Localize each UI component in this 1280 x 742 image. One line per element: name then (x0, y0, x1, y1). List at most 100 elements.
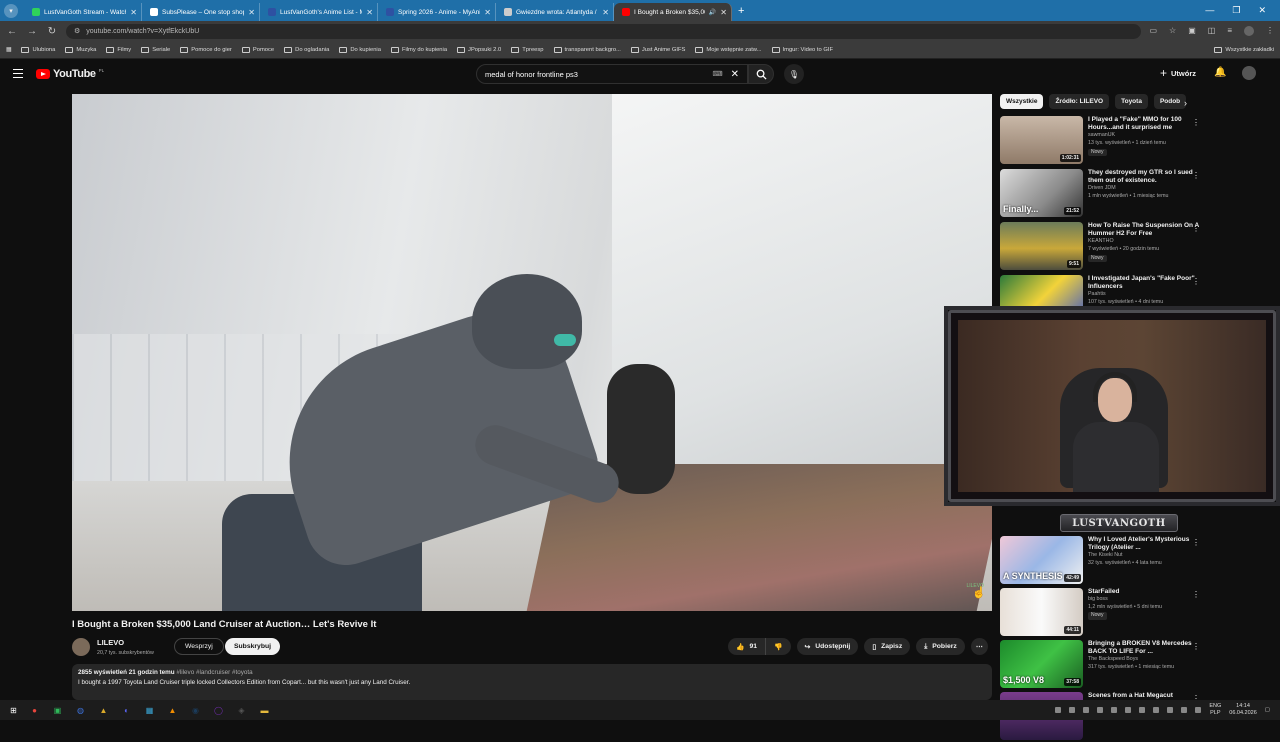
recommendation-title[interactable]: I Investigated Japan's "Fake Poor" Influ… (1088, 275, 1200, 291)
browser-tab[interactable]: LustVanGoth Stream - Watch Li ✕ (24, 3, 142, 21)
recommendation-title[interactable]: Why I Loved Atelier's Mysterious Trilogy… (1088, 536, 1200, 552)
like-button[interactable]: 👍 91 (728, 638, 766, 655)
tab-close-icon[interactable]: ✕ (720, 8, 727, 17)
video-thumbnail[interactable]: 9:51 (1000, 222, 1083, 270)
browser-tab[interactable]: Gwiezdne wrota: Atlantyda / St ✕ (496, 3, 614, 21)
bookmark-star-icon[interactable]: ☆ (1169, 26, 1176, 36)
create-button[interactable]: + Utwórz (1160, 66, 1196, 80)
tab-audio-icon[interactable]: 🔊 (709, 9, 716, 16)
tray-icon-9[interactable] (1167, 707, 1174, 713)
tray-icon-6[interactable] (1125, 707, 1132, 713)
bookmark-item[interactable]: Tpreesp (511, 46, 544, 53)
video-thumbnail[interactable]: 1:02:31 (1000, 116, 1083, 164)
tab-close-icon[interactable]: ✕ (248, 8, 255, 17)
filter-chip[interactable]: Źródło: LILEVO (1049, 94, 1110, 109)
clear-search-icon[interactable]: ✕ (731, 69, 739, 80)
tray-icon-1[interactable] (1055, 707, 1062, 713)
browser-tab[interactable]: I Bought a Broken $35,000 🔊 ✕ (614, 3, 732, 21)
recommendation-item[interactable]: A SYNTHESIS 42:49 Why I Loved Atelier's My… (1000, 536, 1200, 586)
chevron-right-icon[interactable]: › (1184, 98, 1187, 108)
hamburger-menu-icon[interactable] (13, 69, 23, 78)
recommendation-channel[interactable]: The Kiseki Nut (1088, 552, 1200, 560)
reload-icon[interactable]: ↻ (46, 26, 58, 37)
recommendation-channel[interactable]: Paahtis (1088, 291, 1200, 299)
tray-icon-4[interactable] (1097, 707, 1104, 713)
recommendation-title[interactable]: They destroyed my GTR so I sued them out… (1088, 169, 1200, 185)
video-thumbnail[interactable]: A SYNTHESIS 42:49 (1000, 536, 1083, 584)
join-button[interactable]: Wesprzyj (174, 638, 224, 655)
url-field[interactable]: ⚙ youtube.com/watch?v=XytfEkckUbU (66, 23, 1142, 39)
recommendation-channel[interactable]: KEANTHO (1088, 238, 1200, 246)
share-button[interactable]: ↪ Udostępnij (796, 638, 859, 655)
more-vertical-icon[interactable]: ⋮ (1192, 224, 1200, 233)
bookmark-item[interactable]: JPopsuki 2.0 (457, 46, 501, 53)
video-thumbnail[interactable]: Finally... 21:52 (1000, 169, 1083, 217)
close-window-icon[interactable]: ✕ (1258, 5, 1266, 16)
bookmark-item[interactable]: Ulubiona (21, 46, 55, 53)
tray-icon-2[interactable] (1069, 707, 1076, 713)
recommendation-channel[interactable]: sawmanUK (1088, 132, 1200, 140)
bookmark-item[interactable]: Pomoce (241, 46, 274, 53)
more-vertical-icon[interactable]: ⋮ (1192, 118, 1200, 127)
cast-icon[interactable]: ▭ (1149, 26, 1157, 36)
menu-icon[interactable]: ≡ (1227, 26, 1232, 36)
dislike-button[interactable]: 👎 (765, 638, 791, 655)
recommendation-channel[interactable]: Driven JDM (1088, 185, 1200, 193)
apps-grid-icon[interactable]: ▦ (6, 47, 11, 53)
tray-icon-5[interactable] (1111, 707, 1118, 713)
site-info-icon[interactable]: ⚙ (74, 27, 80, 35)
more-vertical-icon[interactable]: ⋮ (1192, 590, 1200, 599)
channel-name[interactable]: LILEVO (97, 638, 124, 647)
recommendation-title[interactable]: Scenes from a Hat Megacut (1088, 692, 1200, 700)
tray-icon-10[interactable] (1181, 707, 1188, 713)
puzzle-icon[interactable]: ◫ (1208, 26, 1216, 36)
browser-tab[interactable]: LustVanGoth's Anime List - My ✕ (260, 3, 378, 21)
tab-search-icon[interactable]: ▾ (4, 3, 18, 18)
bookmark-item[interactable]: Just Anime GIFS (630, 46, 685, 53)
bookmark-item[interactable]: Moje wstępnie zatw... (695, 46, 762, 53)
recommendation-title[interactable]: I Played a "Fake" MMO for 100 Hours...an… (1088, 116, 1200, 132)
back-icon[interactable]: ← (6, 26, 18, 37)
browser-tab[interactable]: SubsPlease – One stop shop fo ✕ (142, 3, 260, 21)
filter-chip[interactable]: Podob (1153, 94, 1187, 109)
vlc-icon[interactable]: ▲ (165, 703, 180, 717)
profile-icon[interactable] (1244, 26, 1254, 36)
search-input[interactable]: medal of honor frontline ps3 ⌨ ✕ (476, 64, 748, 84)
search-button[interactable] (748, 64, 774, 84)
steam-icon[interactable]: ◉ (188, 703, 203, 717)
recommendation-channel[interactable]: The Backspeed Boys (1088, 656, 1200, 664)
start-icon[interactable]: ⊞ (6, 703, 21, 717)
forward-icon[interactable]: → (26, 26, 38, 37)
discord-icon[interactable]: ◐ (119, 703, 134, 717)
minimize-icon[interactable]: — (1205, 5, 1214, 16)
more-vertical-icon[interactable]: ⋮ (1192, 538, 1200, 547)
voice-search-button[interactable]: 🎙 (784, 64, 804, 84)
tray-icon-3[interactable] (1083, 707, 1090, 713)
bookmark-item[interactable]: Pomoce do gier (180, 46, 232, 53)
account-avatar[interactable] (1242, 66, 1256, 80)
recommendation-title[interactable]: How To Raise The Suspension On A Hummer … (1088, 222, 1200, 238)
tab-close-icon[interactable]: ✕ (602, 8, 609, 17)
recommendation-item[interactable]: 1:02:31 I Played a "Fake" MMO for 100 Hou… (1000, 116, 1200, 166)
bookmark-item[interactable]: Do ogladania (284, 46, 329, 53)
tray-icon-8[interactable] (1153, 707, 1160, 713)
video-thumbnail[interactable]: 44:11 (1000, 588, 1083, 636)
input-language[interactable]: ENG PLP (1209, 703, 1221, 717)
bookmark-item[interactable]: Imgur: Video to GIF (771, 46, 833, 53)
game-icon[interactable]: ▦ (142, 703, 157, 717)
recommendation-title[interactable]: Bringing a BROKEN V8 Mercedes BACK TO LI… (1088, 640, 1200, 656)
more-actions-button[interactable]: ⋯ (970, 638, 988, 655)
keyboard-icon[interactable]: ⌨ (713, 70, 723, 78)
chrome-icon[interactable]: ● (27, 703, 42, 717)
recommendation-item[interactable]: 9:51 How To Raise The Suspension On A Hum… (1000, 222, 1200, 272)
subscribe-button[interactable]: Subskrybuj (225, 638, 281, 655)
obs-icon[interactable]: ◯ (211, 703, 226, 717)
video-player[interactable]: LILEVO ☝ (72, 94, 992, 611)
recommendation-item[interactable]: Finally... 21:52 They destroyed my GTR so … (1000, 169, 1200, 219)
app-green-icon[interactable]: ▣ (50, 703, 65, 717)
tray-icon-11[interactable] (1195, 707, 1202, 713)
bookmark-item[interactable]: Filmy (106, 46, 131, 53)
more-vertical-icon[interactable]: ⋮ (1192, 277, 1200, 286)
new-tab-button[interactable]: + (738, 5, 744, 17)
tab-close-icon[interactable]: ✕ (484, 8, 491, 17)
